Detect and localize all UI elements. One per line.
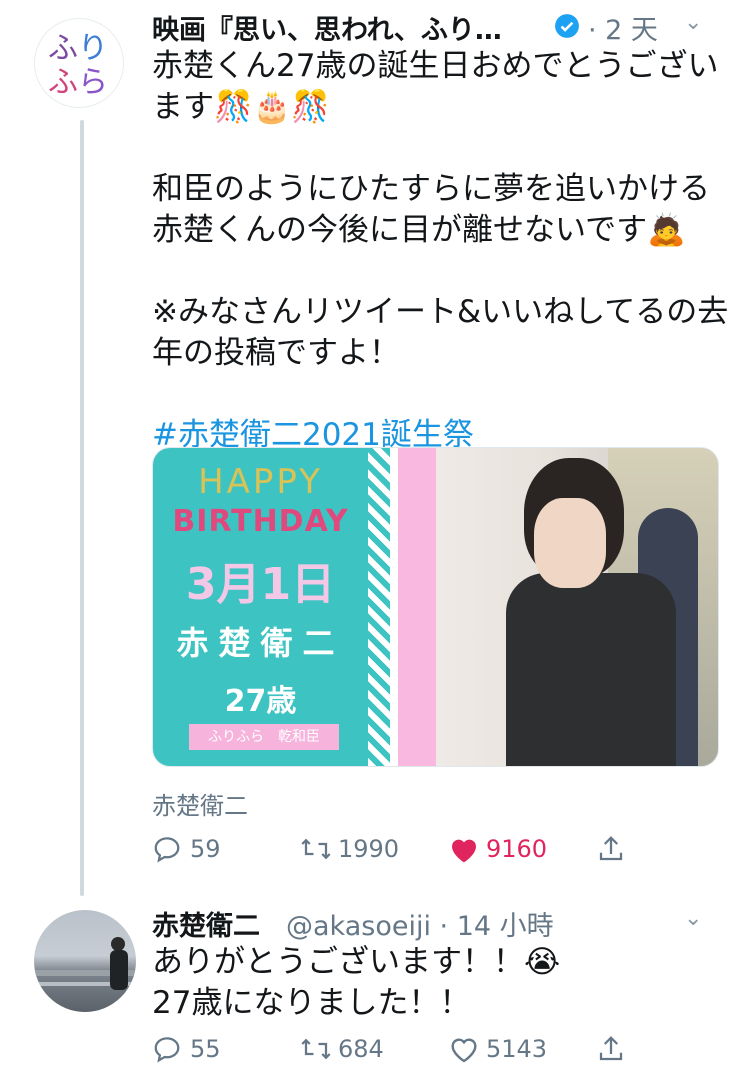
tweet-line: 赤楚くん27歳の誕生日おめでとうござい — [152, 48, 719, 84]
tweet-text: 赤楚くん27歳の誕生日おめでとうござい ます🎊🎂🎊 和臣のようにひたすらに夢を追… — [152, 46, 728, 456]
reply-count: 59 — [190, 835, 221, 863]
profile-photo — [34, 937, 136, 990]
share-icon — [599, 836, 623, 861]
card-happy: HAPPY — [198, 462, 323, 502]
retweet-button[interactable]: 684 — [298, 1034, 384, 1064]
tweet-line: 赤楚くんの今後に目が離せないです🙇 — [152, 212, 686, 248]
card-pink-band — [398, 448, 436, 766]
tweet-line: 27歳になりました！！ — [152, 985, 471, 1021]
card-stripes — [368, 448, 390, 766]
card-age: 27歳 — [224, 684, 297, 719]
tweet-line — [152, 374, 728, 415]
author-handle-time: @akasoeiji · 14 小時 — [286, 911, 554, 942]
reply-icon — [154, 837, 180, 863]
card-tag: ふりふら 乾和臣 — [189, 724, 339, 750]
tweet-line: ありがとうございます！！😭 — [152, 944, 561, 980]
avatar[interactable] — [34, 910, 136, 1012]
chevron-down-icon[interactable]: ⌄ — [684, 906, 702, 931]
like-count: 9160 — [486, 835, 548, 863]
verified-icon — [555, 14, 579, 38]
thread-line — [80, 120, 84, 896]
like-icon — [451, 1038, 477, 1063]
media-card[interactable]: HAPPY BIRTHDAY 3月1日 赤楚衛二 27歳 ふりふら 乾和臣 — [152, 447, 719, 767]
furifura-logo-icon: ふ り ふ ら — [48, 31, 108, 100]
card-divider — [390, 448, 398, 766]
tweet-time: · 2 天 — [588, 15, 658, 46]
card-birthday: BIRTHDAY — [172, 504, 349, 539]
like-icon — [452, 839, 476, 863]
share-button[interactable] — [596, 834, 626, 864]
retweet-count: 1990 — [338, 835, 400, 863]
svg-text:ら: ら — [78, 65, 108, 100]
tweet-line — [152, 251, 728, 292]
reply-icon — [154, 1037, 180, 1063]
share-button[interactable] — [596, 1034, 626, 1064]
card-panel: HAPPY BIRTHDAY 3月1日 赤楚衛二 27歳 ふりふら 乾和臣 — [153, 448, 368, 766]
card-name: 赤楚衛二 — [176, 624, 345, 662]
share-icon — [599, 1036, 623, 1061]
tweet-line: ※みなさんリツイート&いいねしてるの去 — [152, 294, 729, 330]
retweet-icon — [301, 1038, 331, 1060]
reply-button[interactable]: 59 — [152, 834, 221, 864]
card-date: 3月1日 — [185, 559, 336, 610]
like-button[interactable]: 9160 — [448, 834, 547, 864]
retweet-button[interactable]: 1990 — [298, 834, 399, 864]
svg-text:ふ: ふ — [48, 65, 78, 100]
chevron-down-icon[interactable]: ⌄ — [684, 10, 702, 35]
retweet-icon — [301, 838, 331, 860]
like-count: 5143 — [486, 1035, 548, 1063]
tweet-line: ます🎊🎂🎊 — [152, 89, 330, 125]
tweet-text: ありがとうございます！！😭 27歳になりました！！ — [152, 942, 560, 1024]
author-name[interactable]: 赤楚衛二 — [152, 904, 260, 943]
media-caption[interactable]: 赤楚衛二 — [152, 786, 248, 821]
actor-photo — [436, 448, 718, 766]
retweet-count: 684 — [338, 1035, 384, 1063]
svg-text:ふ: ふ — [48, 31, 78, 66]
tweet-line: 年の投稿ですよ！ — [152, 335, 400, 371]
svg-text:り: り — [78, 31, 108, 66]
author-name[interactable]: 映画『思い、思われ、ふり… — [152, 8, 502, 47]
like-button[interactable]: 5143 — [448, 1034, 547, 1064]
reply-button[interactable]: 55 — [152, 1034, 221, 1064]
tweet-line — [152, 128, 728, 169]
reply-count: 55 — [190, 1035, 221, 1063]
tweet-line: 和臣のようにひたすらに夢を追いかける — [152, 171, 710, 207]
avatar[interactable]: ふ り ふ ら — [34, 18, 124, 108]
